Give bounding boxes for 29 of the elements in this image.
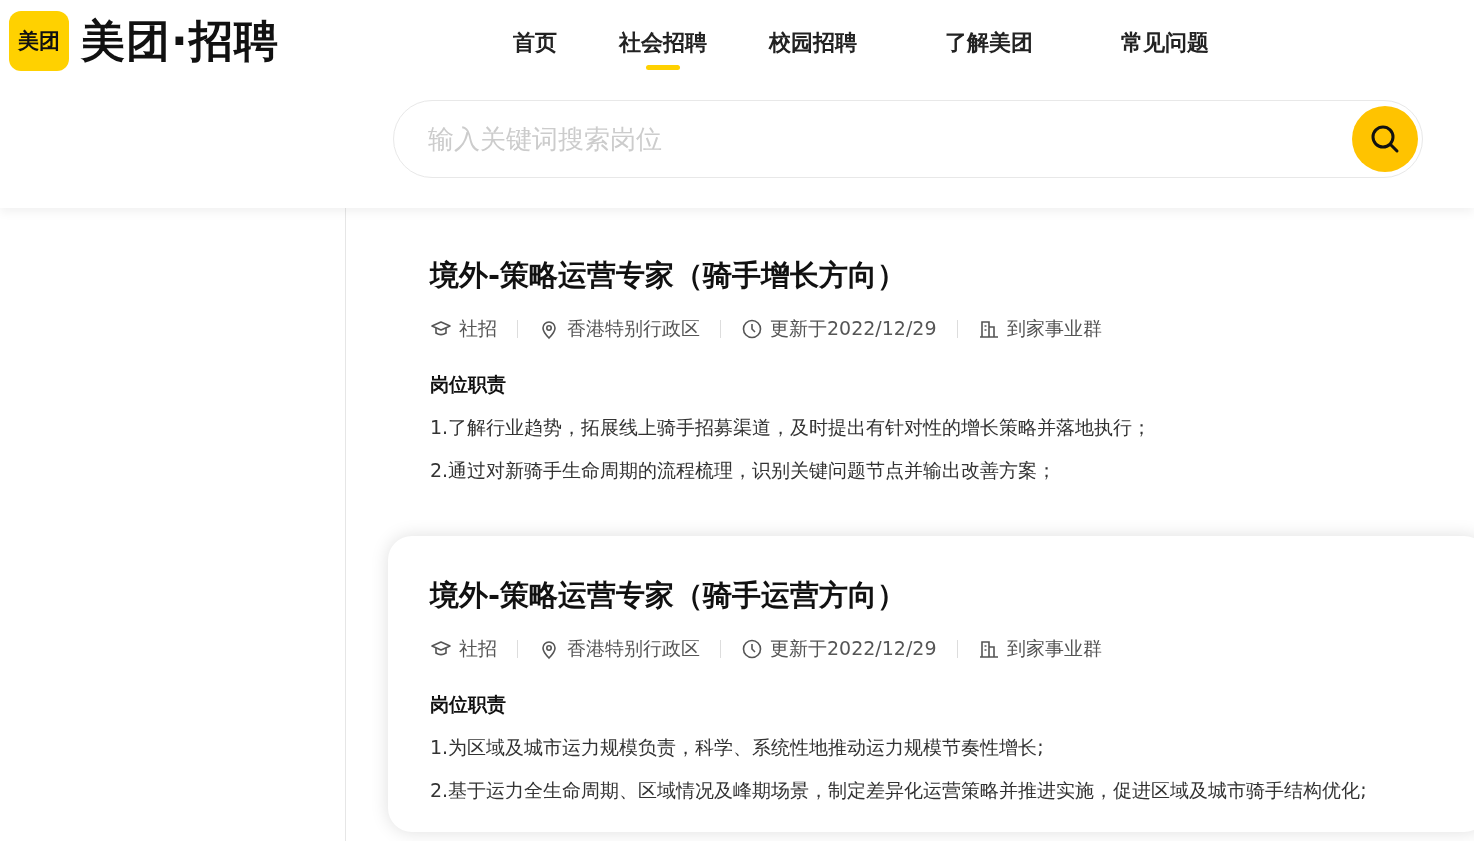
job-department-text: 到家事业群 [1006, 316, 1102, 341]
building-icon [977, 318, 1000, 340]
job-type-text: 社招 [459, 636, 497, 661]
logo-badge[interactable]: 美团 [9, 11, 69, 71]
job-title[interactable]: 境外-策略运营专家（骑手增长方向） [430, 256, 1446, 296]
duty-text: 1.为区域及城市运力规模负责，科学、系统性地推动运力规模节奏性增长; [430, 735, 1045, 760]
logo-text[interactable]: 美团·招聘 [81, 11, 279, 71]
job-updated-text: 更新于2022/12/29 [770, 316, 937, 341]
job-location-text: 香港特别行政区 [567, 316, 700, 341]
duty-text: 2.通过对新骑手生命周期的流程梳理，识别关键问题节点并输出改善方案； [430, 458, 1058, 483]
nav-tab[interactable]: 校园招聘 [769, 16, 857, 70]
search-icon [1369, 123, 1401, 155]
duty-text: 1.了解行业趋势，拓展线上骑手招募渠道，及时提出有针对性的增长策略并落地执行； [430, 415, 1153, 440]
nav-tab[interactable]: 社会招聘 [619, 16, 707, 70]
clock-icon [741, 318, 763, 340]
job-updated-text: 更新于2022/12/29 [770, 636, 937, 661]
building-icon [977, 638, 1000, 660]
section-heading: 岗位职责 [430, 372, 507, 397]
job-department-text: 到家事业群 [1006, 636, 1102, 661]
nav-tab[interactable]: 了解美团 [945, 16, 1033, 70]
duty-text: 2.基于运力全生命周期、区域情况及峰期场景，制定差异化运营策略并推进实施，促进区域及城市骑手结构优化; [430, 778, 1368, 803]
job-title[interactable]: 境外-策略运营专家（骑手运营方向） [430, 576, 1446, 616]
nav-tab[interactable]: 首页 [513, 16, 557, 70]
job-location-text: 香港特别行政区 [567, 636, 700, 661]
nav-tab[interactable]: 常见问题 [1121, 16, 1209, 70]
job-type-text: 社招 [459, 316, 497, 341]
clock-icon [741, 638, 763, 660]
job-card[interactable]: 境外-策略运营专家（骑手运营方向） 社招 香港特别行政区 更新于2022/12/29 到家事业群 岗位职责 1.为区域及城市运力规模负责，科学、系统性地推动运力规模节奏性增长; 2.基于运力全生命周期、区域情况及峰期场景，制定差异化运营策略并推进实施，促进区域及城市骑手结构优化; [388, 536, 1474, 832]
section-heading: 岗位职责 [430, 692, 507, 717]
